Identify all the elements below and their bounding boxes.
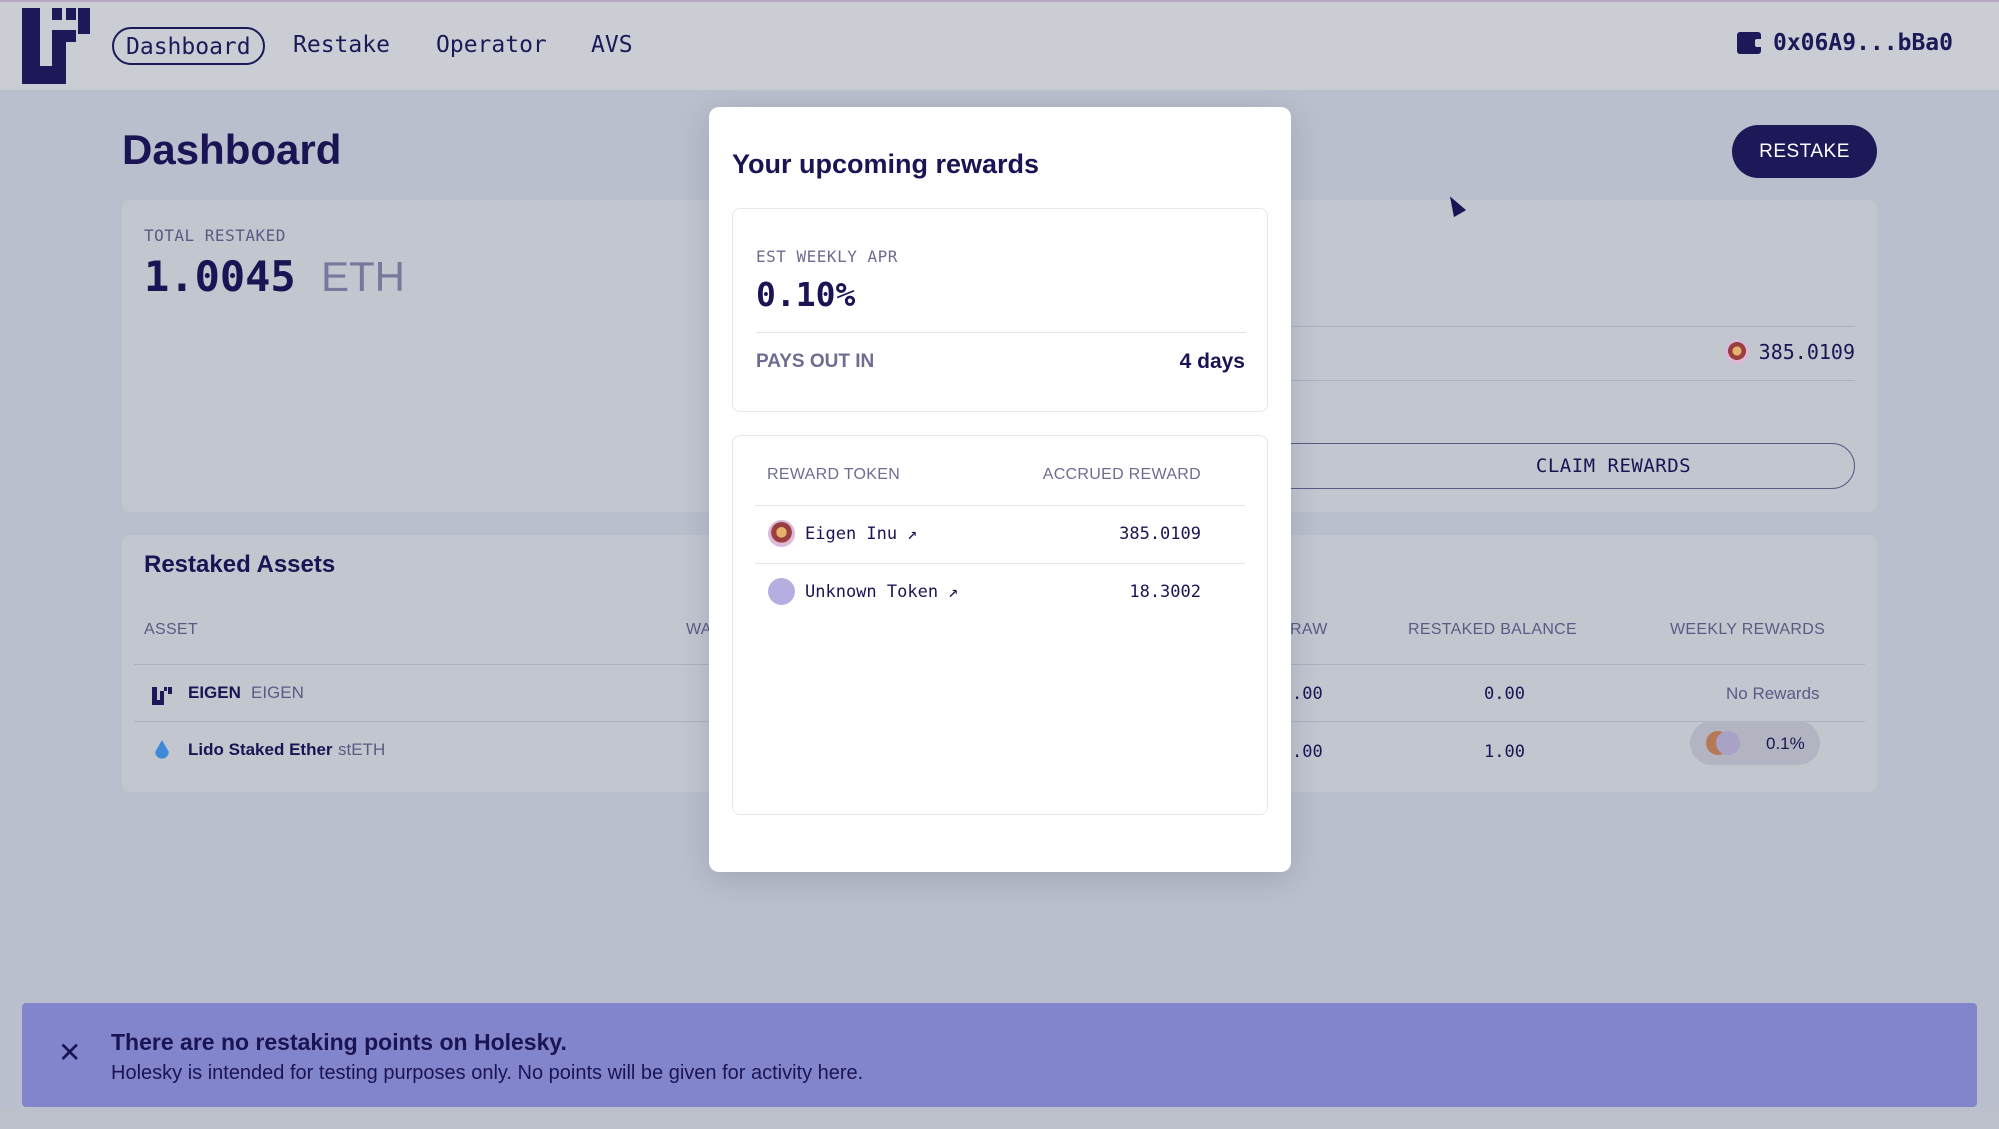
token-name: Unknown Token — [805, 581, 939, 602]
eigen-icon — [152, 687, 172, 705]
col-asset: ASSET — [144, 621, 198, 638]
external-link-icon: ↗ — [907, 523, 918, 544]
wallet-address: 0x06A9...bBa0 — [1772, 30, 1953, 56]
top-nav: Dashboard Restake Operator AVS 0x06A9...… — [0, 0, 1999, 90]
restaked-assets-title: Restaked Assets — [144, 551, 336, 578]
asset-balance: 0.00 — [1484, 684, 1525, 704]
steth-icon — [155, 740, 169, 759]
wallet-icon — [1736, 32, 1763, 54]
tab-avs[interactable]: AVS — [591, 27, 633, 65]
col-withdraw: RAW — [1290, 621, 1328, 638]
asset-withdraw: .00 — [1292, 742, 1323, 762]
total-restaked-unit: ETH — [321, 253, 406, 300]
divider — [755, 505, 1245, 506]
close-icon[interactable]: ✕ — [58, 1039, 81, 1067]
eigenlayer-logo[interactable] — [22, 8, 90, 84]
col-wallet: WA — [686, 621, 712, 638]
wallet-button[interactable]: 0x06A9...bBa0 — [1736, 30, 1953, 56]
toast-title: There are no restaking points on Holesky… — [111, 1029, 567, 1055]
unknown-token-icon — [768, 578, 795, 605]
toast-message: Holesky is intended for testing purposes… — [111, 1062, 864, 1084]
token-icon — [1716, 731, 1740, 755]
token-link-unknown[interactable]: Unknown Token ↗ — [768, 578, 958, 605]
divider — [1282, 380, 1855, 381]
footer-strip — [0, 1107, 1999, 1129]
total-restaked-amount: 1.0045 — [144, 252, 296, 301]
token-amount: 18.3002 — [1129, 582, 1201, 602]
apr-value: 0.10% — [756, 275, 856, 314]
page-title: Dashboard — [122, 126, 342, 173]
col-weekly-rewards: WEEKLY REWARDS — [1670, 621, 1826, 638]
pays-out-label: PAYS OUT IN — [756, 351, 875, 372]
divider — [756, 332, 1246, 333]
holesky-notice-toast: ✕ There are no restaking points on Holes… — [22, 1003, 1977, 1107]
pays-out-value: 4 days — [1179, 350, 1245, 373]
asset-name: Lido Staked Ether — [188, 740, 333, 759]
upcoming-rewards-modal: Your upcoming rewards EST WEEKLY APR 0.1… — [709, 107, 1291, 872]
divider — [755, 563, 1245, 564]
col-reward-token: REWARD TOKEN — [767, 466, 901, 483]
token-link-eigen-inu[interactable]: Eigen Inu ↗ — [768, 520, 917, 547]
rewards-apr: 0.1% — [1766, 734, 1805, 753]
rewards-summary: 385.0109 — [1724, 340, 1855, 364]
modal-title: Your upcoming rewards — [732, 149, 1040, 179]
rewards-value: 385.0109 — [1758, 340, 1855, 364]
col-restaked-balance: RESTAKED BALANCE — [1408, 621, 1577, 638]
col-accrued-reward: ACCRUED REWARD — [1042, 466, 1201, 483]
token-name: Eigen Inu — [805, 523, 898, 544]
eigen-inu-token-icon — [768, 520, 795, 547]
asset-balance: 1.00 — [1484, 742, 1525, 762]
rewards-badge[interactable]: 0.1% — [1690, 721, 1820, 765]
apr-label: EST WEEKLY APR — [756, 247, 898, 266]
asset-rewards: No Rewards — [1726, 684, 1820, 703]
asset-symbol: stETH — [338, 740, 386, 759]
apr-panel: EST WEEKLY APR 0.10% PAYS OUT IN 4 days — [732, 208, 1268, 412]
external-link-icon: ↗ — [948, 581, 959, 602]
restake-button[interactable]: RESTAKE — [1732, 125, 1877, 178]
eigen-inu-token-icon — [1724, 340, 1749, 364]
tab-dashboard[interactable]: Dashboard — [112, 27, 265, 65]
asset-name: EIGEN — [188, 683, 241, 702]
token-amount: 385.0109 — [1119, 524, 1201, 544]
asset-symbol: EIGEN — [251, 683, 304, 702]
reward-tokens-table: REWARD TOKEN ACCRUED REWARD Eigen Inu ↗ … — [732, 435, 1268, 815]
tab-restake[interactable]: Restake — [293, 27, 390, 65]
tab-operator[interactable]: Operator — [436, 27, 547, 65]
divider — [1282, 326, 1855, 327]
asset-withdraw: .00 — [1292, 684, 1323, 704]
total-restaked-value: 1.0045 ETH — [144, 252, 405, 301]
total-restaked-label: TOTAL RESTAKED — [144, 226, 286, 245]
